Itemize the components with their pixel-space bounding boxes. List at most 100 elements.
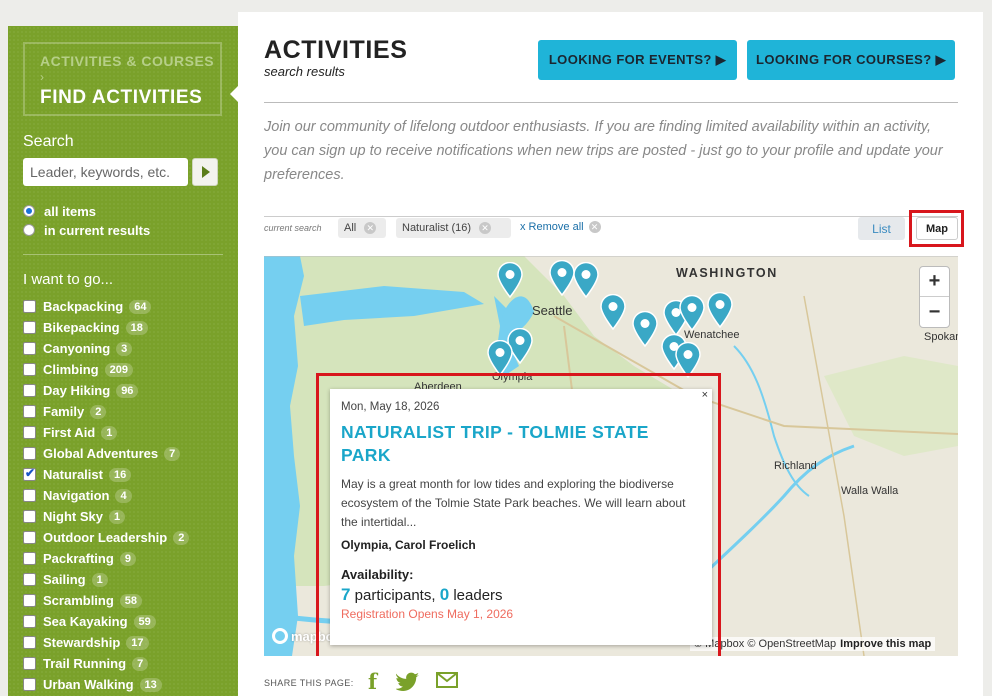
scope-label: all items xyxy=(44,204,97,219)
category-count: 1 xyxy=(108,509,126,524)
participant-count: 7 xyxy=(341,585,351,604)
radio-button[interactable] xyxy=(23,224,35,236)
category-count: 18 xyxy=(125,320,148,335)
twitter-icon[interactable] xyxy=(395,672,420,696)
category-count: 1 xyxy=(91,572,108,587)
category-checkbox[interactable] xyxy=(23,466,36,481)
category-checkbox[interactable] xyxy=(23,342,36,355)
category-item[interactable]: Trail Running 7 xyxy=(23,653,189,674)
category-count: 13 xyxy=(139,677,162,692)
category-checkbox[interactable] xyxy=(23,300,36,313)
chip-label: All xyxy=(344,222,357,234)
category-item[interactable]: Canyoning 3 xyxy=(23,338,189,359)
category-checkbox[interactable] xyxy=(23,447,36,460)
category-item[interactable]: Scrambling 58 xyxy=(23,590,189,611)
category-count: 2 xyxy=(90,404,107,419)
close-icon[interactable]: × xyxy=(702,389,708,401)
divider xyxy=(264,216,958,217)
category-checkbox[interactable] xyxy=(23,405,36,418)
map-pin-icon[interactable] xyxy=(632,310,658,352)
category-checkbox[interactable] xyxy=(23,594,36,607)
category-label: Canyoning xyxy=(43,341,111,356)
category-item[interactable]: Bikepacking 18 xyxy=(23,317,189,338)
zoom-in-button[interactable]: + xyxy=(920,267,949,297)
category-item[interactable]: Sailing 1 xyxy=(23,569,189,590)
list-view-button[interactable]: List xyxy=(858,217,905,240)
category-item[interactable]: First Aid 1 xyxy=(23,422,189,443)
category-checkbox[interactable] xyxy=(23,321,36,334)
popup-title-link[interactable]: NATURALIST TRIP - TOLMIE STATE PARK xyxy=(341,421,701,467)
category-item[interactable]: Stewardship 17 xyxy=(23,632,189,653)
registration-status: Registration Opens May 1, 2026 xyxy=(341,607,514,621)
category-checkbox[interactable] xyxy=(23,384,36,397)
category-checkbox[interactable] xyxy=(23,489,36,502)
map-pin-icon[interactable] xyxy=(497,261,523,303)
remove-all-link[interactable]: x Remove all ✕ xyxy=(520,221,601,233)
category-checkbox[interactable] xyxy=(23,531,36,544)
category-checkbox[interactable] xyxy=(23,510,36,523)
email-icon[interactable] xyxy=(436,672,458,693)
category-count: 59 xyxy=(133,614,156,629)
scope-label: in current results xyxy=(44,223,151,238)
page-title: ACTIVITIES xyxy=(264,36,408,64)
close-icon[interactable]: ✕ xyxy=(364,222,377,234)
category-item[interactable]: Sea Kayaking 59 xyxy=(23,611,189,632)
category-label: Climbing xyxy=(43,362,99,377)
close-icon[interactable]: ✕ xyxy=(479,222,492,234)
facebook-icon[interactable]: f xyxy=(368,669,377,694)
category-item[interactable]: Naturalist 16 xyxy=(23,464,189,485)
category-checkbox[interactable] xyxy=(23,615,36,628)
map-pin-icon[interactable] xyxy=(573,261,599,303)
improve-map-link[interactable]: Improve this map xyxy=(840,638,931,650)
category-item[interactable]: Climbing 209 xyxy=(23,359,189,380)
category-checkbox[interactable] xyxy=(23,573,36,586)
search-input[interactable] xyxy=(23,158,188,186)
category-checkbox[interactable] xyxy=(23,678,36,691)
category-count: 2 xyxy=(173,530,190,545)
category-item[interactable]: Family 2 xyxy=(23,401,189,422)
map-pin-icon[interactable] xyxy=(600,293,626,335)
map-pin-icon[interactable] xyxy=(679,294,705,336)
category-item[interactable]: Day Hiking 96 xyxy=(23,380,189,401)
filter-chip-naturalist[interactable]: Naturalist (16) ✕ xyxy=(396,218,511,238)
category-count: 9 xyxy=(119,551,136,566)
remove-all-label: x Remove all xyxy=(520,221,584,233)
category-label: Sailing xyxy=(43,572,86,587)
category-checkbox[interactable] xyxy=(23,426,36,439)
category-item[interactable]: Packrafting 9 xyxy=(23,548,189,569)
category-item[interactable]: Navigation 4 xyxy=(23,485,189,506)
sidebar: ACTIVITIES & COURSES › FIND ACTIVITIES S… xyxy=(8,26,240,696)
category-label: Naturalist xyxy=(43,467,103,482)
category-item[interactable]: Night Sky 1 xyxy=(23,506,189,527)
zoom-out-button[interactable]: − xyxy=(920,297,949,327)
category-item[interactable]: Outdoor Leadership 2 xyxy=(23,527,190,548)
map-label-spokane: Spokan xyxy=(924,331,958,343)
category-checkbox[interactable] xyxy=(23,657,36,670)
category-item[interactable]: Urban Walking 13 xyxy=(23,674,189,695)
scope-current-results[interactable]: in current results xyxy=(23,223,150,238)
looking-for-events-button[interactable]: LOOKING FOR EVENTS? ▶ xyxy=(538,40,737,80)
main-content: ACTIVITIES search results LOOKING FOR EV… xyxy=(238,12,983,696)
category-item[interactable]: Global Adventures 7 xyxy=(23,443,189,464)
category-checkbox[interactable] xyxy=(23,636,36,649)
category-label: Scrambling xyxy=(43,593,114,608)
map-label-washington: WASHINGTON xyxy=(676,266,778,280)
scope-all-items[interactable]: all items xyxy=(23,204,96,219)
category-checkbox[interactable] xyxy=(23,363,36,376)
looking-for-courses-button[interactable]: LOOKING FOR COURSES? ▶ xyxy=(747,40,955,80)
map-pin-icon[interactable] xyxy=(549,259,575,301)
breadcrumb: ACTIVITIES & COURSES › FIND ACTIVITIES xyxy=(23,42,222,116)
breadcrumb-parent-link[interactable]: ACTIVITIES & COURSES xyxy=(40,53,214,69)
radio-button[interactable] xyxy=(23,205,35,217)
map-label-richland: Richland xyxy=(774,460,817,472)
category-label: Navigation xyxy=(43,488,110,503)
close-icon[interactable]: ✕ xyxy=(588,221,601,233)
category-checkbox[interactable] xyxy=(23,552,36,565)
map[interactable]: WASHINGTON Seattle Wenatchee Aberdeen Ol… xyxy=(264,256,958,656)
search-submit-button[interactable] xyxy=(192,158,218,186)
filter-chip-all[interactable]: All ✕ xyxy=(338,218,386,238)
search-label: Search xyxy=(23,133,74,150)
map-view-button[interactable]: Map xyxy=(916,217,958,240)
category-item[interactable]: Backpacking 64 xyxy=(23,296,189,317)
map-pin-icon[interactable] xyxy=(707,291,733,333)
